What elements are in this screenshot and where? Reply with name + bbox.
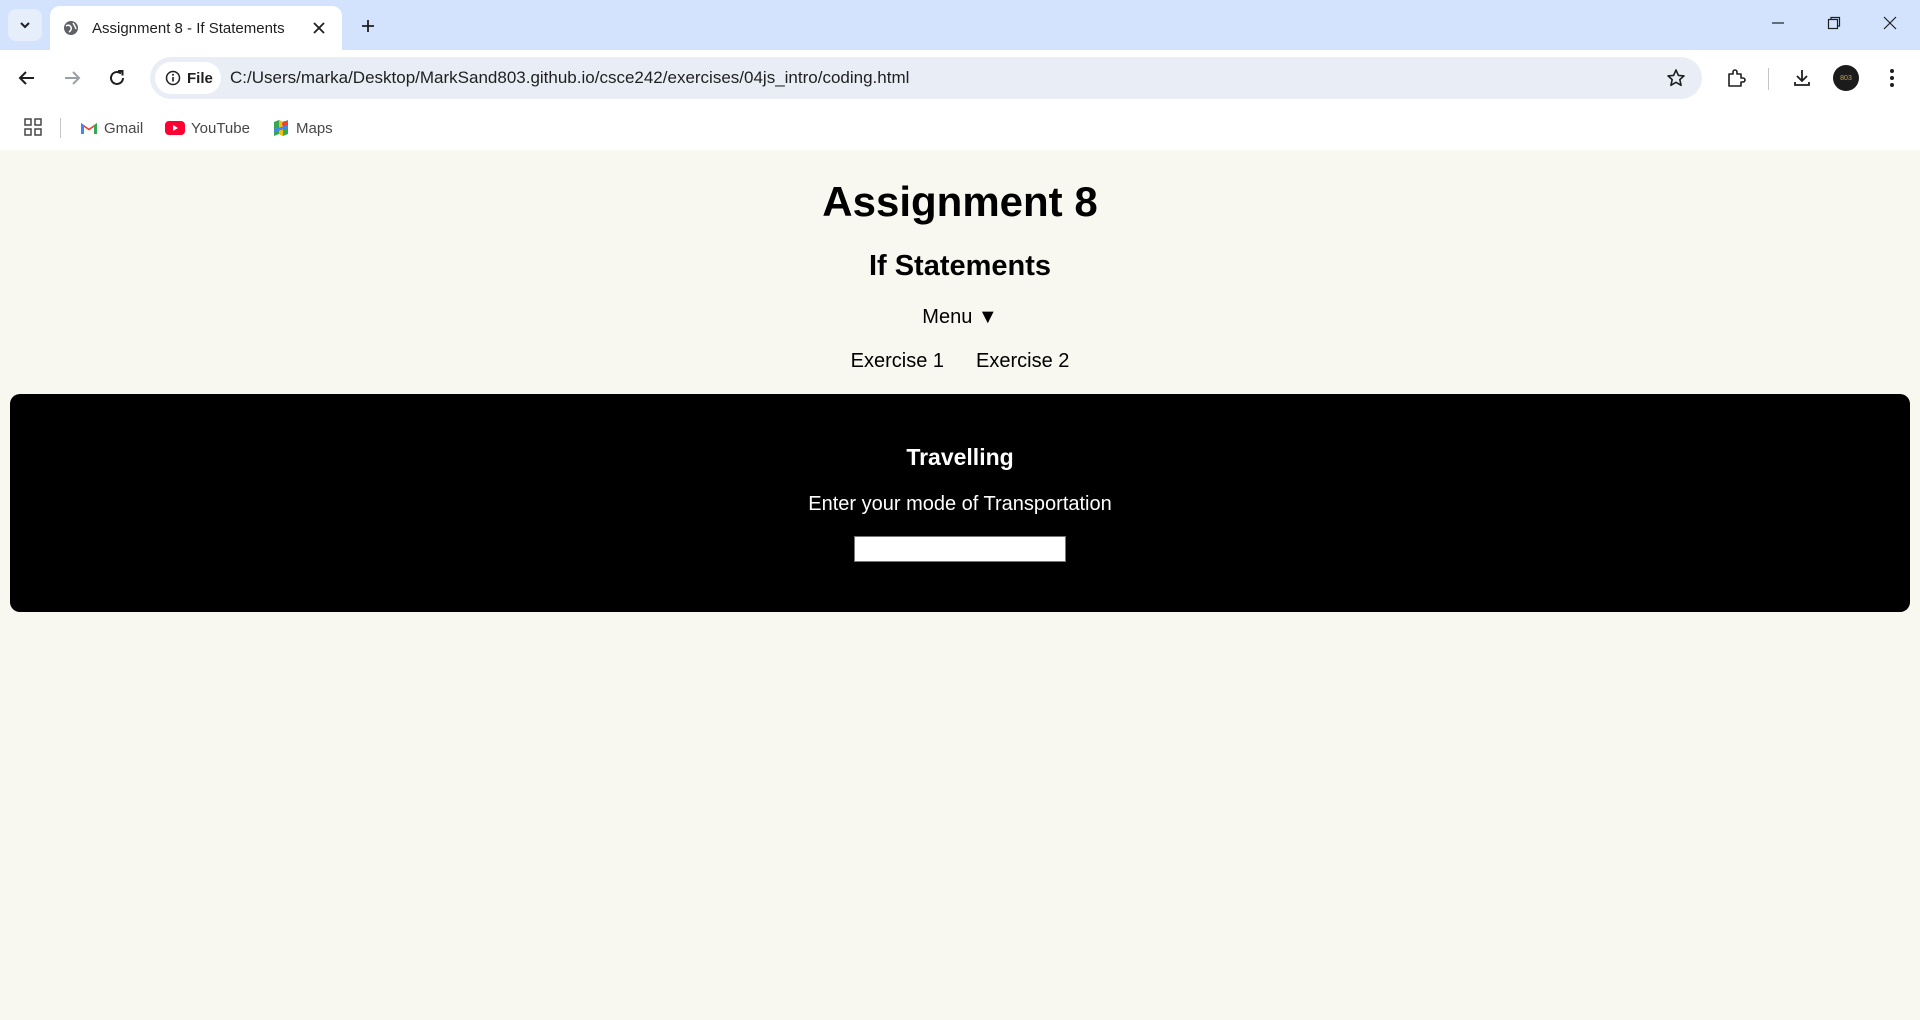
close-window-button[interactable] <box>1862 0 1918 46</box>
profile-avatar[interactable]: 803 <box>1833 65 1859 91</box>
close-icon <box>1883 16 1897 30</box>
apps-button[interactable] <box>22 116 44 138</box>
page-subtitle: If Statements <box>868 250 1052 282</box>
bookmark-label: Gmail <box>104 119 144 137</box>
reload-icon <box>110 70 124 85</box>
apps-grid-icon <box>24 118 42 136</box>
tab-search-button[interactable] <box>8 9 42 41</box>
travelling-panel: Travelling Enter your mode of Transporta… <box>10 394 1910 612</box>
active-tab[interactable]: Assignment 8 - If Statements <box>50 6 342 50</box>
forward-arrow-icon <box>65 71 81 85</box>
maps-icon <box>274 120 288 136</box>
exercise-nav: Exercise 1 Exercise 2 <box>0 350 1920 373</box>
page-content: Assignment 8 If Statements Menu ▼ Exerci… <box>0 150 1920 1020</box>
bookmarks-separator <box>60 118 61 138</box>
chevron-down-icon <box>20 22 30 29</box>
site-chip-label: File <box>187 69 213 87</box>
puzzle-icon <box>1728 69 1746 87</box>
extensions-button[interactable] <box>1720 62 1752 94</box>
transport-input[interactable] <box>854 536 1066 562</box>
new-tab-button[interactable] <box>354 12 382 40</box>
restore-icon <box>1827 16 1841 30</box>
browser-toolbar: File C:/Users/marka/Desktop/MarkSand803.… <box>0 50 1920 106</box>
tab-strip: Assignment 8 - If Statements <box>0 0 1920 50</box>
bookmark-youtube[interactable]: YouTube <box>165 116 250 140</box>
browser-menu-button[interactable] <box>1876 62 1908 94</box>
bookmark-label: Maps <box>296 119 333 137</box>
forward-button[interactable] <box>56 62 88 94</box>
site-info-chip[interactable]: File <box>155 62 221 94</box>
nav-link-exercise-1[interactable]: Exercise 1 <box>851 350 944 373</box>
bookmark-label: YouTube <box>191 119 250 137</box>
nav-link-exercise-2[interactable]: Exercise 2 <box>976 350 1069 373</box>
transport-prompt: Enter your mode of Transportation <box>808 493 1112 515</box>
tab-title: Assignment 8 - If Statements <box>92 19 285 37</box>
globe-icon <box>62 19 80 37</box>
toolbar-divider <box>1768 68 1769 90</box>
download-icon <box>1794 70 1810 86</box>
reload-button[interactable] <box>101 62 133 94</box>
restore-button[interactable] <box>1806 0 1862 46</box>
back-arrow-icon <box>18 71 34 85</box>
bookmark-gmail[interactable]: Gmail <box>80 116 143 140</box>
bookmark-maps[interactable]: Maps <box>272 116 333 140</box>
youtube-icon <box>165 121 185 135</box>
url-text[interactable]: C:/Users/marka/Desktop/MarkSand803.githu… <box>230 68 909 88</box>
address-bar[interactable]: File C:/Users/marka/Desktop/MarkSand803.… <box>150 57 1702 99</box>
plus-icon <box>362 20 374 32</box>
minimize-icon <box>1772 22 1784 24</box>
bookmark-star-button[interactable] <box>1664 66 1688 90</box>
menu-toggle[interactable]: Menu ▼ <box>0 306 1920 329</box>
minimize-button[interactable] <box>1750 0 1806 46</box>
panel-title: Travelling <box>906 444 1014 470</box>
back-button[interactable] <box>11 62 43 94</box>
kebab-menu-icon <box>1890 69 1894 87</box>
gmail-icon <box>81 123 97 134</box>
bookmarks-bar: Gmail YouTube Maps <box>0 106 1920 150</box>
info-icon <box>165 70 181 86</box>
star-icon <box>1667 69 1685 87</box>
page-title: Assignment 8 <box>822 178 1098 225</box>
close-tab-icon[interactable] <box>308 17 330 39</box>
downloads-button[interactable] <box>1786 62 1818 94</box>
